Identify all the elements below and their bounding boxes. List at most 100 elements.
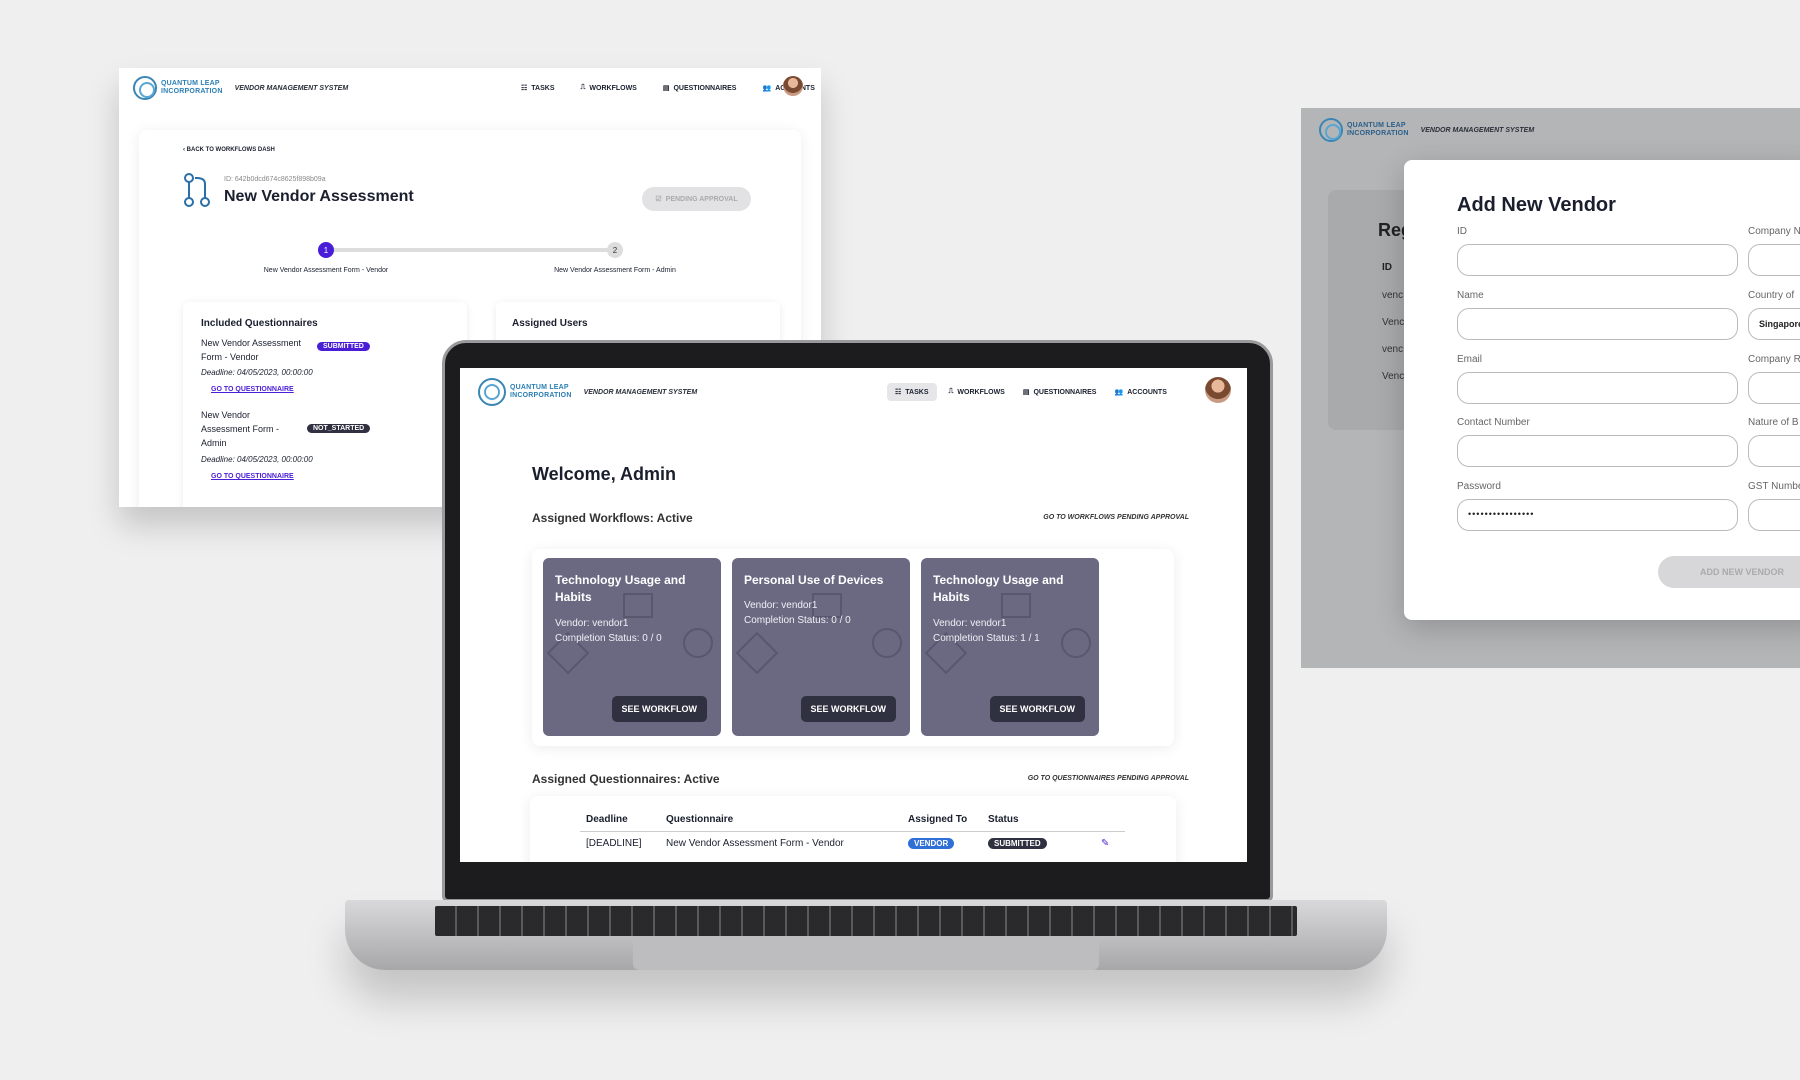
diagram-decoration [735, 631, 779, 675]
workflow-card[interactable]: Technology Usage and Habits Vendor: vend… [921, 558, 1099, 736]
workflow-vendor: Vendor: vendor1 [933, 618, 1007, 629]
users-icon: 👥 [762, 85, 772, 92]
workflow-icon: ⎍ [948, 388, 954, 395]
add-vendor-modal: Add New Vendor ID Name Email Contact Num… [1404, 160, 1800, 620]
nature-of-business-label: Nature of B [1748, 417, 1799, 428]
included-title: Included Questionnaires [201, 318, 318, 329]
nav-accounts[interactable]: 👥ACCOUNTS [1108, 384, 1172, 400]
country-select[interactable]: Singapore [1748, 308, 1800, 340]
diagram-decoration [1061, 628, 1091, 658]
back-link[interactable]: ‹ BACK TO WORKFLOWS DASH [183, 147, 275, 153]
email-label: Email [1457, 354, 1483, 365]
gst-number-field[interactable] [1748, 499, 1800, 531]
contact-number-field[interactable] [1457, 435, 1738, 467]
email-field[interactable] [1457, 372, 1738, 404]
logo-icon [478, 378, 506, 406]
included-questionnaires-card: Included Questionnaires New Vendor Asses… [183, 302, 467, 507]
go-to-questionnaire-link[interactable]: GO TO QUESTIONNAIRE [211, 386, 294, 393]
deadline-cell: [DEADLINE] [586, 838, 642, 849]
top-nav: ☷TASKS ⎍WORKFLOWS ▤QUESTIONNAIRES 👥ACCOU… [515, 80, 821, 96]
step-2-label: New Vendor Assessment Form - Admin [554, 267, 676, 274]
workflow-card[interactable]: Technology Usage and Habits Vendor: vend… [543, 558, 721, 736]
tasks-icon: ☷ [521, 85, 528, 92]
document-icon: ▤ [662, 85, 670, 92]
workflow-icon: ⎍ [580, 84, 586, 91]
id-label: ID [1457, 226, 1467, 237]
nav-questionnaires[interactable]: ▤ QUESTIONNAIRES [657, 80, 743, 96]
deadline-text: Deadline: 04/05/2023, 00:00:00 [201, 455, 313, 464]
page-title: New Vendor Assessment [224, 188, 414, 205]
gst-number-label: GST Numbe [1748, 481, 1800, 492]
column-header[interactable]: Questionnaire [660, 808, 902, 832]
diagram-decoration [872, 628, 902, 658]
app-name: VENDOR MANAGEMENT SYSTEM [234, 84, 349, 92]
column-header[interactable]: Deadline [580, 808, 660, 832]
assigned-users-title: Assigned Users [512, 318, 588, 329]
questionnaires-pending-link[interactable]: GO TO QUESTIONNAIRES PENDING APPROVAL [989, 775, 1189, 782]
column-header[interactable]: Status [982, 808, 1095, 832]
stepper-track [326, 248, 616, 252]
add-new-vendor-button[interactable]: ADD NEW VENDOR [1658, 556, 1800, 588]
company-reg-label: Company R [1748, 354, 1800, 365]
logo-icon [133, 76, 157, 100]
see-workflow-button[interactable]: SEE WORKFLOW [989, 696, 1085, 722]
status-badge: NOT_STARTED [307, 424, 371, 433]
workflow-title: Personal Use of Devices [744, 573, 884, 587]
nav-workflows[interactable]: ⎍ WORKFLOWS [575, 80, 643, 96]
workflows-pending-link[interactable]: GO TO WORKFLOWS PENDING APPROVAL [1009, 514, 1189, 521]
name-field[interactable] [1457, 308, 1738, 340]
see-workflow-button[interactable]: SEE WORKFLOW [611, 696, 707, 722]
password-field[interactable]: •••••••••••••••• [1457, 499, 1738, 531]
nav-tasks[interactable]: ☷ TASKS [887, 383, 937, 401]
trackpad [633, 936, 1099, 970]
workflow-vendor: Vendor: vendor1 [555, 618, 629, 629]
company-name-field[interactable] [1748, 244, 1800, 276]
nav-questionnaires[interactable]: ▤ QUESTIONNAIRES [1017, 384, 1103, 400]
git-branch-icon [183, 172, 211, 208]
laptop-base [345, 900, 1387, 970]
avatar[interactable] [1205, 377, 1231, 403]
nature-of-business-field[interactable] [1748, 435, 1800, 467]
brand-logo[interactable]: QUANTUM LEAP INCORPORATION VENDOR MANAGEM… [478, 378, 697, 406]
deadline-text: Deadline: 04/05/2023, 00:00:00 [201, 368, 313, 377]
country-label: Country of [1748, 290, 1795, 301]
questionnaire-cell: New Vendor Assessment Form - Vendor [666, 838, 844, 849]
bg-column-header: ID [1382, 262, 1392, 273]
step-1-marker[interactable]: 1 [318, 242, 334, 258]
company-name-label: Company N [1748, 226, 1800, 237]
document-icon: ▤ [1022, 389, 1030, 396]
id-field[interactable] [1457, 244, 1738, 276]
company-reg-field[interactable] [1748, 372, 1800, 404]
workflow-completion: Completion Status: 0 / 0 [555, 633, 662, 644]
workflow-completion: Completion Status: 1 / 1 [933, 633, 1040, 644]
edit-icon[interactable]: ✎ [1095, 832, 1125, 856]
nav-workflows[interactable]: ⎍ WORKFLOWS [943, 384, 1011, 400]
password-label: Password [1457, 481, 1501, 492]
add-vendor-window: QUANTUM LEAP INCORPORATION VENDOR MANAGEM… [1301, 108, 1800, 668]
brand-logo[interactable]: QUANTUM LEAP INCORPORATION VENDOR MANAGEM… [1319, 118, 1534, 142]
questionnaire-name: New Vendor Assessment Form - Vendor [201, 338, 302, 362]
welcome-heading: Welcome, Admin [532, 464, 677, 484]
table-row[interactable]: [DEADLINE] New Vendor Assessment Form - … [580, 832, 1125, 856]
workflows-section-title: Assigned Workflows: Active [532, 511, 693, 525]
avatar[interactable] [783, 76, 803, 96]
nav-tasks[interactable]: ☷ TASKS [515, 80, 561, 96]
step-2-marker[interactable]: 2 [607, 242, 623, 258]
approval-icon: ☑ [655, 196, 662, 203]
name-label: Name [1457, 290, 1484, 301]
dashboard-screen: QUANTUM LEAP INCORPORATION VENDOR MANAGEM… [460, 368, 1247, 862]
workflow-card[interactable]: Personal Use of Devices Vendor: vendor1 … [732, 558, 910, 736]
brand-logo[interactable]: QUANTUM LEAP INCORPORATION VENDOR MANAGEM… [133, 76, 348, 100]
column-header[interactable]: Assigned To [902, 808, 982, 832]
app-name: VENDOR MANAGEMENT SYSTEM [583, 388, 698, 396]
bg-row: Venc [1382, 317, 1405, 328]
status-badge: SUBMITTED [317, 342, 370, 351]
pending-approval-button[interactable]: ☑ PENDING APPROVAL [642, 187, 751, 211]
see-workflow-button[interactable]: SEE WORKFLOW [800, 696, 896, 722]
diagram-decoration [683, 628, 713, 658]
questionnaires-section-title: Assigned Questionnaires: Active [532, 772, 720, 786]
go-to-questionnaire-link[interactable]: GO TO QUESTIONNAIRE [211, 473, 294, 480]
assigned-badge: VENDOR [908, 838, 955, 849]
users-icon: 👥 [1114, 389, 1124, 396]
tasks-icon: ☷ [895, 389, 902, 396]
